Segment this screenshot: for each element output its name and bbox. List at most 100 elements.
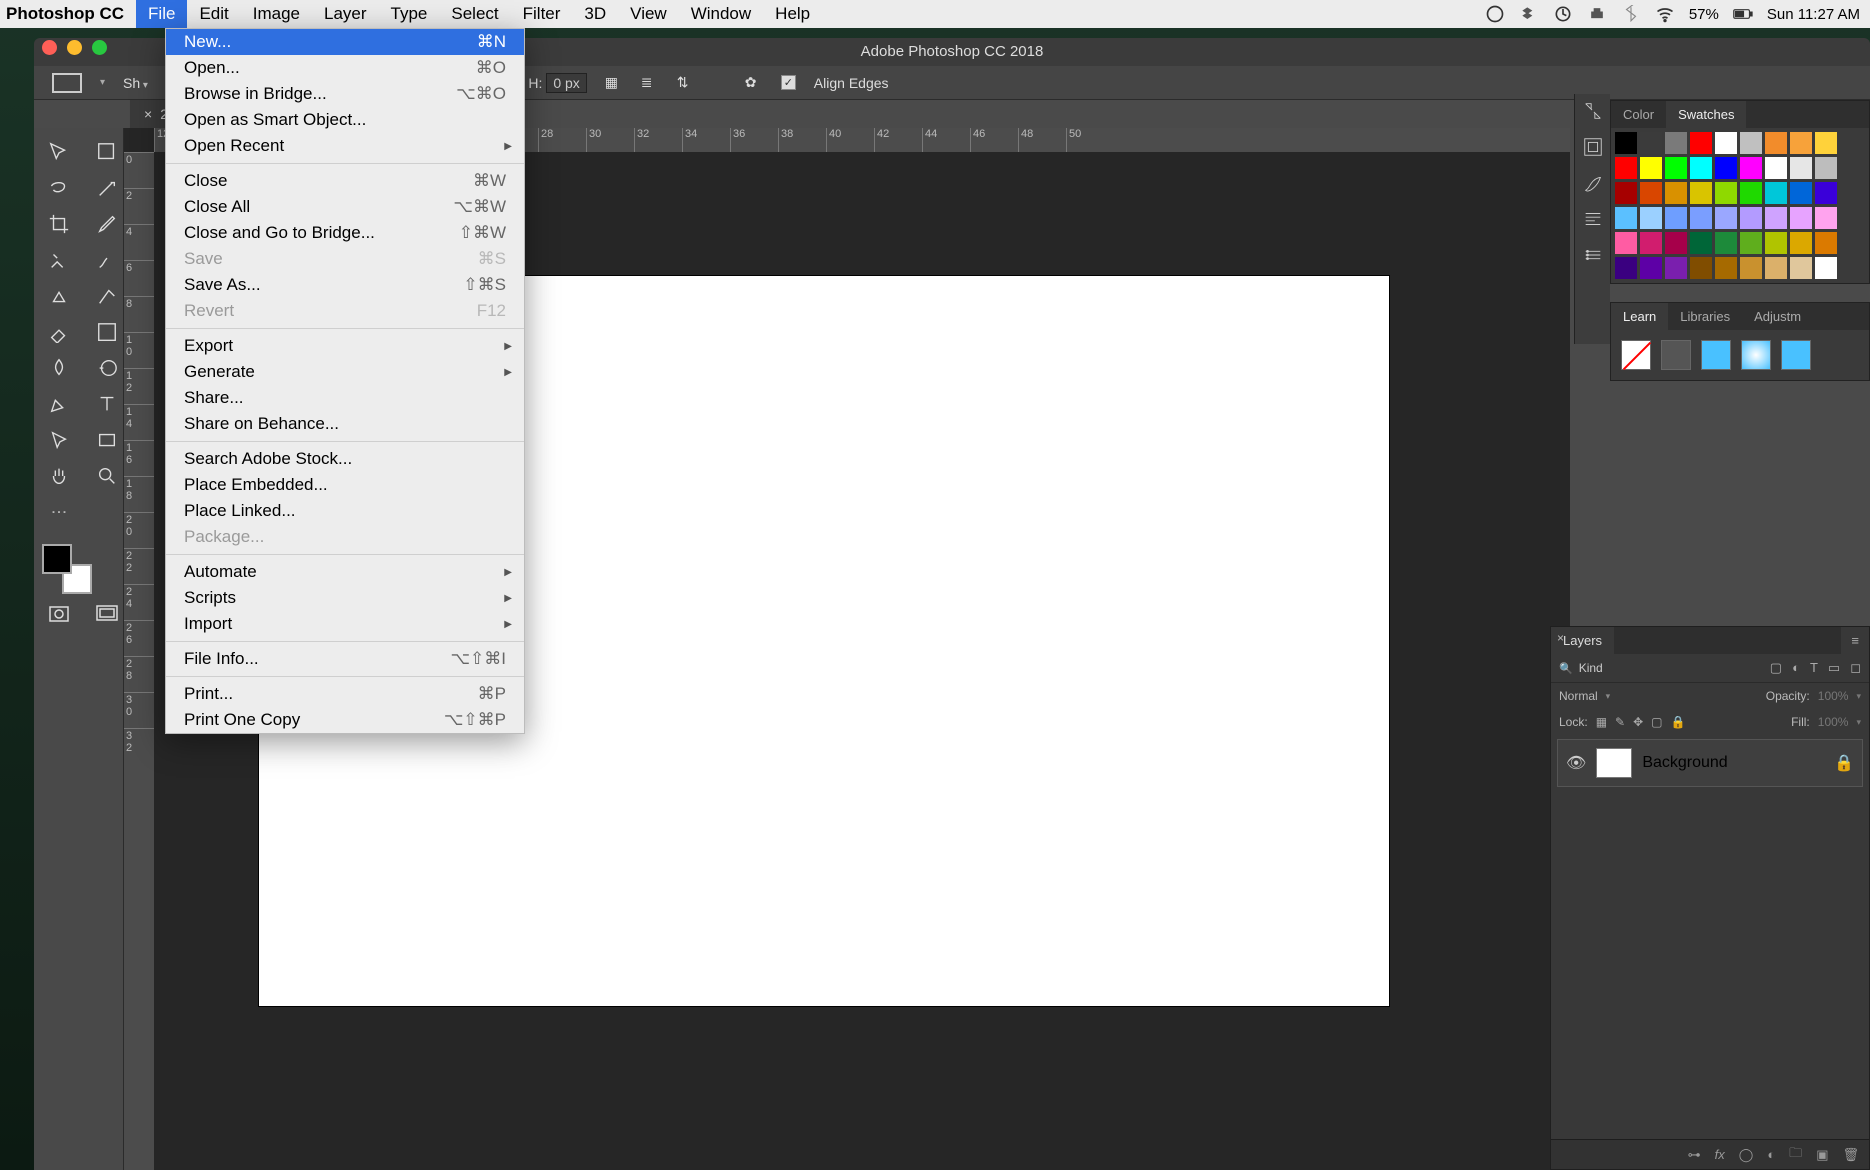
panel-close-icon[interactable]: × bbox=[1557, 631, 1564, 645]
menuitem-browse-in-bridge[interactable]: Browse in Bridge...⌥⌘O bbox=[166, 81, 524, 107]
fill-value[interactable]: 100% bbox=[1818, 715, 1849, 729]
layer-row[interactable]: 👁 Background 🔒 bbox=[1557, 739, 1863, 787]
menuitem-open[interactable]: Open...⌘O bbox=[166, 55, 524, 81]
tool-preset-button[interactable] bbox=[52, 73, 82, 93]
menuitem-import[interactable]: Import bbox=[166, 611, 524, 637]
path-select-tool[interactable] bbox=[39, 426, 79, 454]
menuitem-share[interactable]: Share... bbox=[166, 385, 524, 411]
pen-tool[interactable] bbox=[39, 390, 79, 418]
swatch[interactable] bbox=[1790, 207, 1812, 229]
tab-adjustments[interactable]: Adjustm bbox=[1742, 303, 1813, 330]
wifi-icon[interactable] bbox=[1655, 4, 1675, 24]
swatch[interactable] bbox=[1665, 182, 1687, 204]
blend-mode-dropdown[interactable]: Normal bbox=[1559, 689, 1598, 703]
swatch[interactable] bbox=[1715, 207, 1737, 229]
swatch[interactable] bbox=[1615, 207, 1637, 229]
swatch[interactable] bbox=[1615, 232, 1637, 254]
menuitem-scripts[interactable]: Scripts bbox=[166, 585, 524, 611]
swatch[interactable] bbox=[1690, 157, 1712, 179]
visibility-eye-icon[interactable]: 👁 bbox=[1566, 753, 1586, 773]
brush-settings-icon[interactable] bbox=[1582, 172, 1604, 194]
tab-color[interactable]: Color bbox=[1611, 101, 1666, 128]
swatch[interactable] bbox=[1815, 257, 1837, 279]
menuitem-open-recent[interactable]: Open Recent bbox=[166, 133, 524, 159]
lock-pos-icon[interactable]: ✥ bbox=[1633, 715, 1643, 729]
type-tool[interactable] bbox=[87, 390, 127, 418]
swatch[interactable] bbox=[1690, 207, 1712, 229]
delete-layer-icon[interactable]: 🗑 bbox=[1842, 1147, 1859, 1163]
menu-select[interactable]: Select bbox=[439, 0, 510, 28]
filter-kind-dropdown[interactable]: Kind bbox=[1579, 661, 1603, 675]
menuitem-open-as-smart-object[interactable]: Open as Smart Object... bbox=[166, 107, 524, 133]
path-align-icon[interactable]: ≣ bbox=[641, 74, 659, 92]
preset-none[interactable] bbox=[1621, 340, 1651, 370]
lock-artboard-icon[interactable]: ▢ bbox=[1651, 715, 1662, 729]
swatch[interactable] bbox=[1765, 232, 1787, 254]
spot-heal-tool[interactable] bbox=[39, 246, 79, 274]
path-ops-icon[interactable]: ▦ bbox=[605, 74, 623, 92]
layer-lock-icon[interactable]: 🔒 bbox=[1834, 753, 1854, 773]
swatch[interactable] bbox=[1765, 157, 1787, 179]
character-icon[interactable] bbox=[1582, 244, 1604, 266]
menuitem-print-one-copy[interactable]: Print One Copy⌥⇧⌘P bbox=[166, 707, 524, 733]
menuitem-place-embedded[interactable]: Place Embedded... bbox=[166, 472, 524, 498]
tab-libraries[interactable]: Libraries bbox=[1668, 303, 1742, 330]
blur-tool[interactable] bbox=[39, 354, 79, 382]
layer-thumbnail[interactable] bbox=[1596, 748, 1632, 778]
swatch[interactable] bbox=[1715, 132, 1737, 154]
tab-close-icon[interactable]: × bbox=[144, 106, 152, 122]
gradient-tool[interactable] bbox=[87, 318, 127, 346]
swatch[interactable] bbox=[1690, 132, 1712, 154]
brush-tool[interactable] bbox=[87, 246, 127, 274]
quickmask-icon[interactable] bbox=[39, 600, 79, 628]
eraser-tool[interactable] bbox=[39, 318, 79, 346]
swatch[interactable] bbox=[1715, 182, 1737, 204]
menuitem-close-all[interactable]: Close All⌥⌘W bbox=[166, 194, 524, 220]
mask-icon[interactable]: ◯ bbox=[1739, 1147, 1754, 1163]
swatch[interactable] bbox=[1740, 182, 1762, 204]
properties-icon[interactable] bbox=[1582, 136, 1604, 158]
menuitem-automate[interactable]: Automate bbox=[166, 559, 524, 585]
swatch[interactable] bbox=[1815, 157, 1837, 179]
swatch[interactable] bbox=[1815, 182, 1837, 204]
swatch[interactable] bbox=[1665, 257, 1687, 279]
swatch[interactable] bbox=[1765, 207, 1787, 229]
group-icon[interactable]: 🗀 bbox=[1789, 1144, 1802, 1166]
swatch[interactable] bbox=[1640, 182, 1662, 204]
tab-swatches[interactable]: Swatches bbox=[1666, 101, 1746, 128]
bluetooth-icon[interactable] bbox=[1621, 4, 1641, 24]
swatch[interactable] bbox=[1665, 132, 1687, 154]
swatch[interactable] bbox=[1640, 257, 1662, 279]
swatch[interactable] bbox=[1715, 257, 1737, 279]
printer-icon[interactable] bbox=[1587, 4, 1607, 24]
swatch[interactable] bbox=[1665, 207, 1687, 229]
swatch[interactable] bbox=[1765, 182, 1787, 204]
window-zoom-button[interactable] bbox=[92, 40, 107, 55]
path-arrange-icon[interactable]: ⇅ bbox=[677, 74, 695, 92]
swatch[interactable] bbox=[1690, 232, 1712, 254]
history-icon[interactable] bbox=[1582, 100, 1604, 122]
swatch[interactable] bbox=[1740, 232, 1762, 254]
dodge-tool[interactable] bbox=[87, 354, 127, 382]
fill-adjust-icon[interactable]: ◐ bbox=[1767, 1147, 1775, 1162]
preset-4[interactable] bbox=[1741, 340, 1771, 370]
panel-menu-icon[interactable]: ≡ bbox=[1841, 627, 1869, 654]
crop-tool[interactable] bbox=[39, 210, 79, 238]
lock-all-icon[interactable]: 🔒 bbox=[1671, 715, 1686, 729]
menuitem-save-as[interactable]: Save As...⇧⌘S bbox=[166, 272, 524, 298]
menu-edit[interactable]: Edit bbox=[187, 0, 240, 28]
swatch[interactable] bbox=[1690, 257, 1712, 279]
swatch[interactable] bbox=[1815, 207, 1837, 229]
filter-pixel-icon[interactable]: ▢ bbox=[1770, 660, 1782, 676]
swatch[interactable] bbox=[1640, 157, 1662, 179]
battery-icon[interactable] bbox=[1733, 4, 1753, 24]
swatch[interactable] bbox=[1715, 232, 1737, 254]
move-tool[interactable] bbox=[39, 138, 79, 166]
cc-cloud-icon[interactable] bbox=[1485, 4, 1505, 24]
preset-3[interactable] bbox=[1701, 340, 1731, 370]
hand-tool[interactable] bbox=[39, 462, 79, 490]
swatch[interactable] bbox=[1815, 132, 1837, 154]
menuitem-search-adobe-stock[interactable]: Search Adobe Stock... bbox=[166, 446, 524, 472]
menuitem-share-on-behance[interactable]: Share on Behance... bbox=[166, 411, 524, 437]
swatch[interactable] bbox=[1640, 207, 1662, 229]
